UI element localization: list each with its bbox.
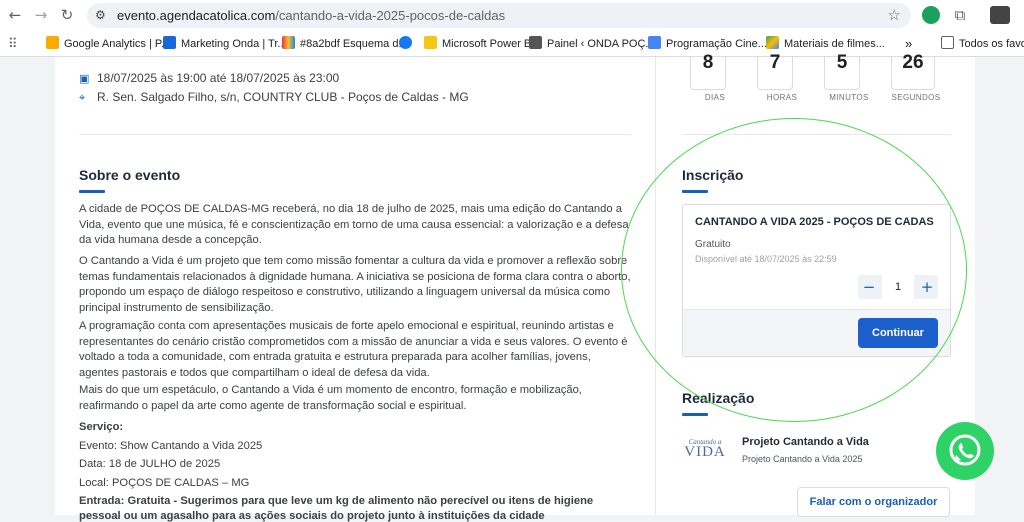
extension-icon[interactable] (922, 6, 940, 24)
registration-title: Inscrição (682, 167, 743, 193)
extensions-puzzle-icon[interactable]: ⧉ (951, 6, 969, 24)
event-address: ⌖ R. Sen. Salgado Filho, s/n, COUNTRY CLU… (79, 90, 469, 104)
about-paragraph: A programação conta com apresentações mu… (79, 320, 628, 379)
ticket-card-footer: Continuar (683, 309, 950, 356)
service-location: Local: POÇOS DE CALDAS – MG (79, 477, 250, 489)
browser-toolbar: ← → ↻ ⚙ evento.agendacatolica.com/cantan… (0, 0, 1024, 31)
site-settings-icon[interactable]: ⚙ (95, 7, 111, 23)
organizer-name[interactable]: Projeto Cantando a Vida (742, 436, 869, 448)
ticket-card: CANTANDO A VIDA 2025 - POÇOS DE CADAS Gr… (682, 204, 951, 357)
back-icon[interactable]: ← (6, 6, 24, 24)
bookmarks-bar: ⠿ Google Analytics | P... Marketing Onda… (0, 31, 1024, 57)
increment-button[interactable]: + (916, 275, 938, 299)
quantity-stepper: − 1 + (858, 275, 938, 299)
countdown-days: 8 (690, 53, 726, 90)
bookmark-item[interactable] (399, 36, 417, 52)
service-date: Data: 18 de JULHO de 2025 (79, 458, 221, 470)
event-datetime: ▣ 18/07/2025 às 19:00 até 18/07/2025 às 2… (79, 71, 340, 85)
countdown-seconds: 26 (891, 53, 935, 90)
about-paragraph: O Cantando a Vida é um projeto que tem c… (79, 255, 631, 314)
countdown-label: HORAS (766, 93, 798, 102)
countdown-hours: 7 (757, 53, 793, 90)
bookmark-item[interactable]: Google Analytics | P... (46, 36, 170, 52)
ticket-name: CANTANDO A VIDA 2025 - POÇOS DE CADAS (695, 216, 934, 228)
divider (682, 134, 951, 135)
trello-icon (163, 36, 176, 49)
decrement-button[interactable]: − (858, 275, 880, 299)
bookmark-item[interactable]: Painel ‹ ONDA POÇ... (529, 36, 655, 52)
calendar-icon: ▣ (79, 72, 90, 85)
organizer-title: Realização (682, 390, 754, 416)
whatsapp-icon (949, 434, 981, 466)
about-paragraph: A cidade de POÇOS DE CALDAS-MG receberá,… (79, 203, 629, 246)
countdown-label: DIAS (704, 93, 726, 102)
folder-icon (941, 36, 954, 49)
divider (79, 134, 631, 135)
all-bookmarks-folder[interactable]: Todos os favorit (941, 36, 1024, 52)
forward-icon[interactable]: → (32, 6, 50, 24)
url-text[interactable]: evento.agendacatolica.com/cantando-a-vid… (117, 8, 505, 23)
more-bookmarks-button[interactable]: » (905, 36, 912, 52)
bookmark-item[interactable]: #8a2bdf Esquema d... (282, 36, 408, 52)
about-paragraph: Mais do que um espetáculo, o Cantando a … (79, 384, 582, 412)
profile-avatar[interactable] (990, 6, 1010, 24)
contact-organizer-button[interactable]: Falar com o organizador (797, 487, 950, 517)
bookmark-item[interactable]: Microsoft Power BI (424, 36, 534, 52)
palette-icon (282, 36, 295, 49)
countdown-label: SEGUNDOS (891, 93, 941, 102)
address-bar[interactable]: ⚙ evento.agendacatolica.com/cantando-a-v… (87, 3, 911, 28)
continue-button[interactable]: Continuar (858, 318, 938, 348)
service-entry: Entrada: Gratuita - Sugerimos para que l… (79, 495, 594, 507)
service-event: Evento: Show Cantando a Vida 2025 (79, 440, 263, 452)
analytics-icon (46, 36, 59, 49)
ticket-price: Gratuito (695, 239, 731, 250)
countdown-minutes: 5 (824, 53, 860, 90)
ticket-availability: Disponível até 18/07/2025 às 22:59 (695, 254, 837, 264)
organizer-logo: Cantando a VIDA (684, 438, 726, 460)
bookmark-item[interactable]: Programação Cine... (648, 36, 767, 52)
whatsapp-button[interactable] (936, 422, 994, 480)
bookmark-item[interactable]: Materiais de filmes... (766, 36, 885, 52)
docs-icon (648, 36, 661, 49)
wordpress-icon (529, 36, 542, 49)
apps-grid-icon[interactable]: ⠿ (8, 36, 18, 52)
service-entry-continued: pessoal ou um agasalho para as ações soc… (79, 510, 545, 522)
bookmark-item[interactable]: Marketing Onda | Tr... (163, 36, 287, 52)
quantity-input[interactable]: 1 (882, 275, 914, 299)
bookmark-star-icon[interactable]: ☆ (888, 6, 901, 24)
service-heading: Serviço: (79, 421, 124, 433)
location-pin-icon: ⌖ (79, 91, 86, 104)
about-title: Sobre o evento (79, 167, 180, 193)
organizer-subtitle: Projeto Cantando a Vida 2025 (742, 454, 863, 464)
column-divider (655, 57, 656, 515)
countdown-label: MINUTOS (829, 93, 869, 102)
drive-icon (766, 36, 779, 49)
powerbi-icon (424, 36, 437, 49)
reload-icon[interactable]: ↻ (58, 6, 76, 24)
facebook-icon (399, 36, 412, 49)
